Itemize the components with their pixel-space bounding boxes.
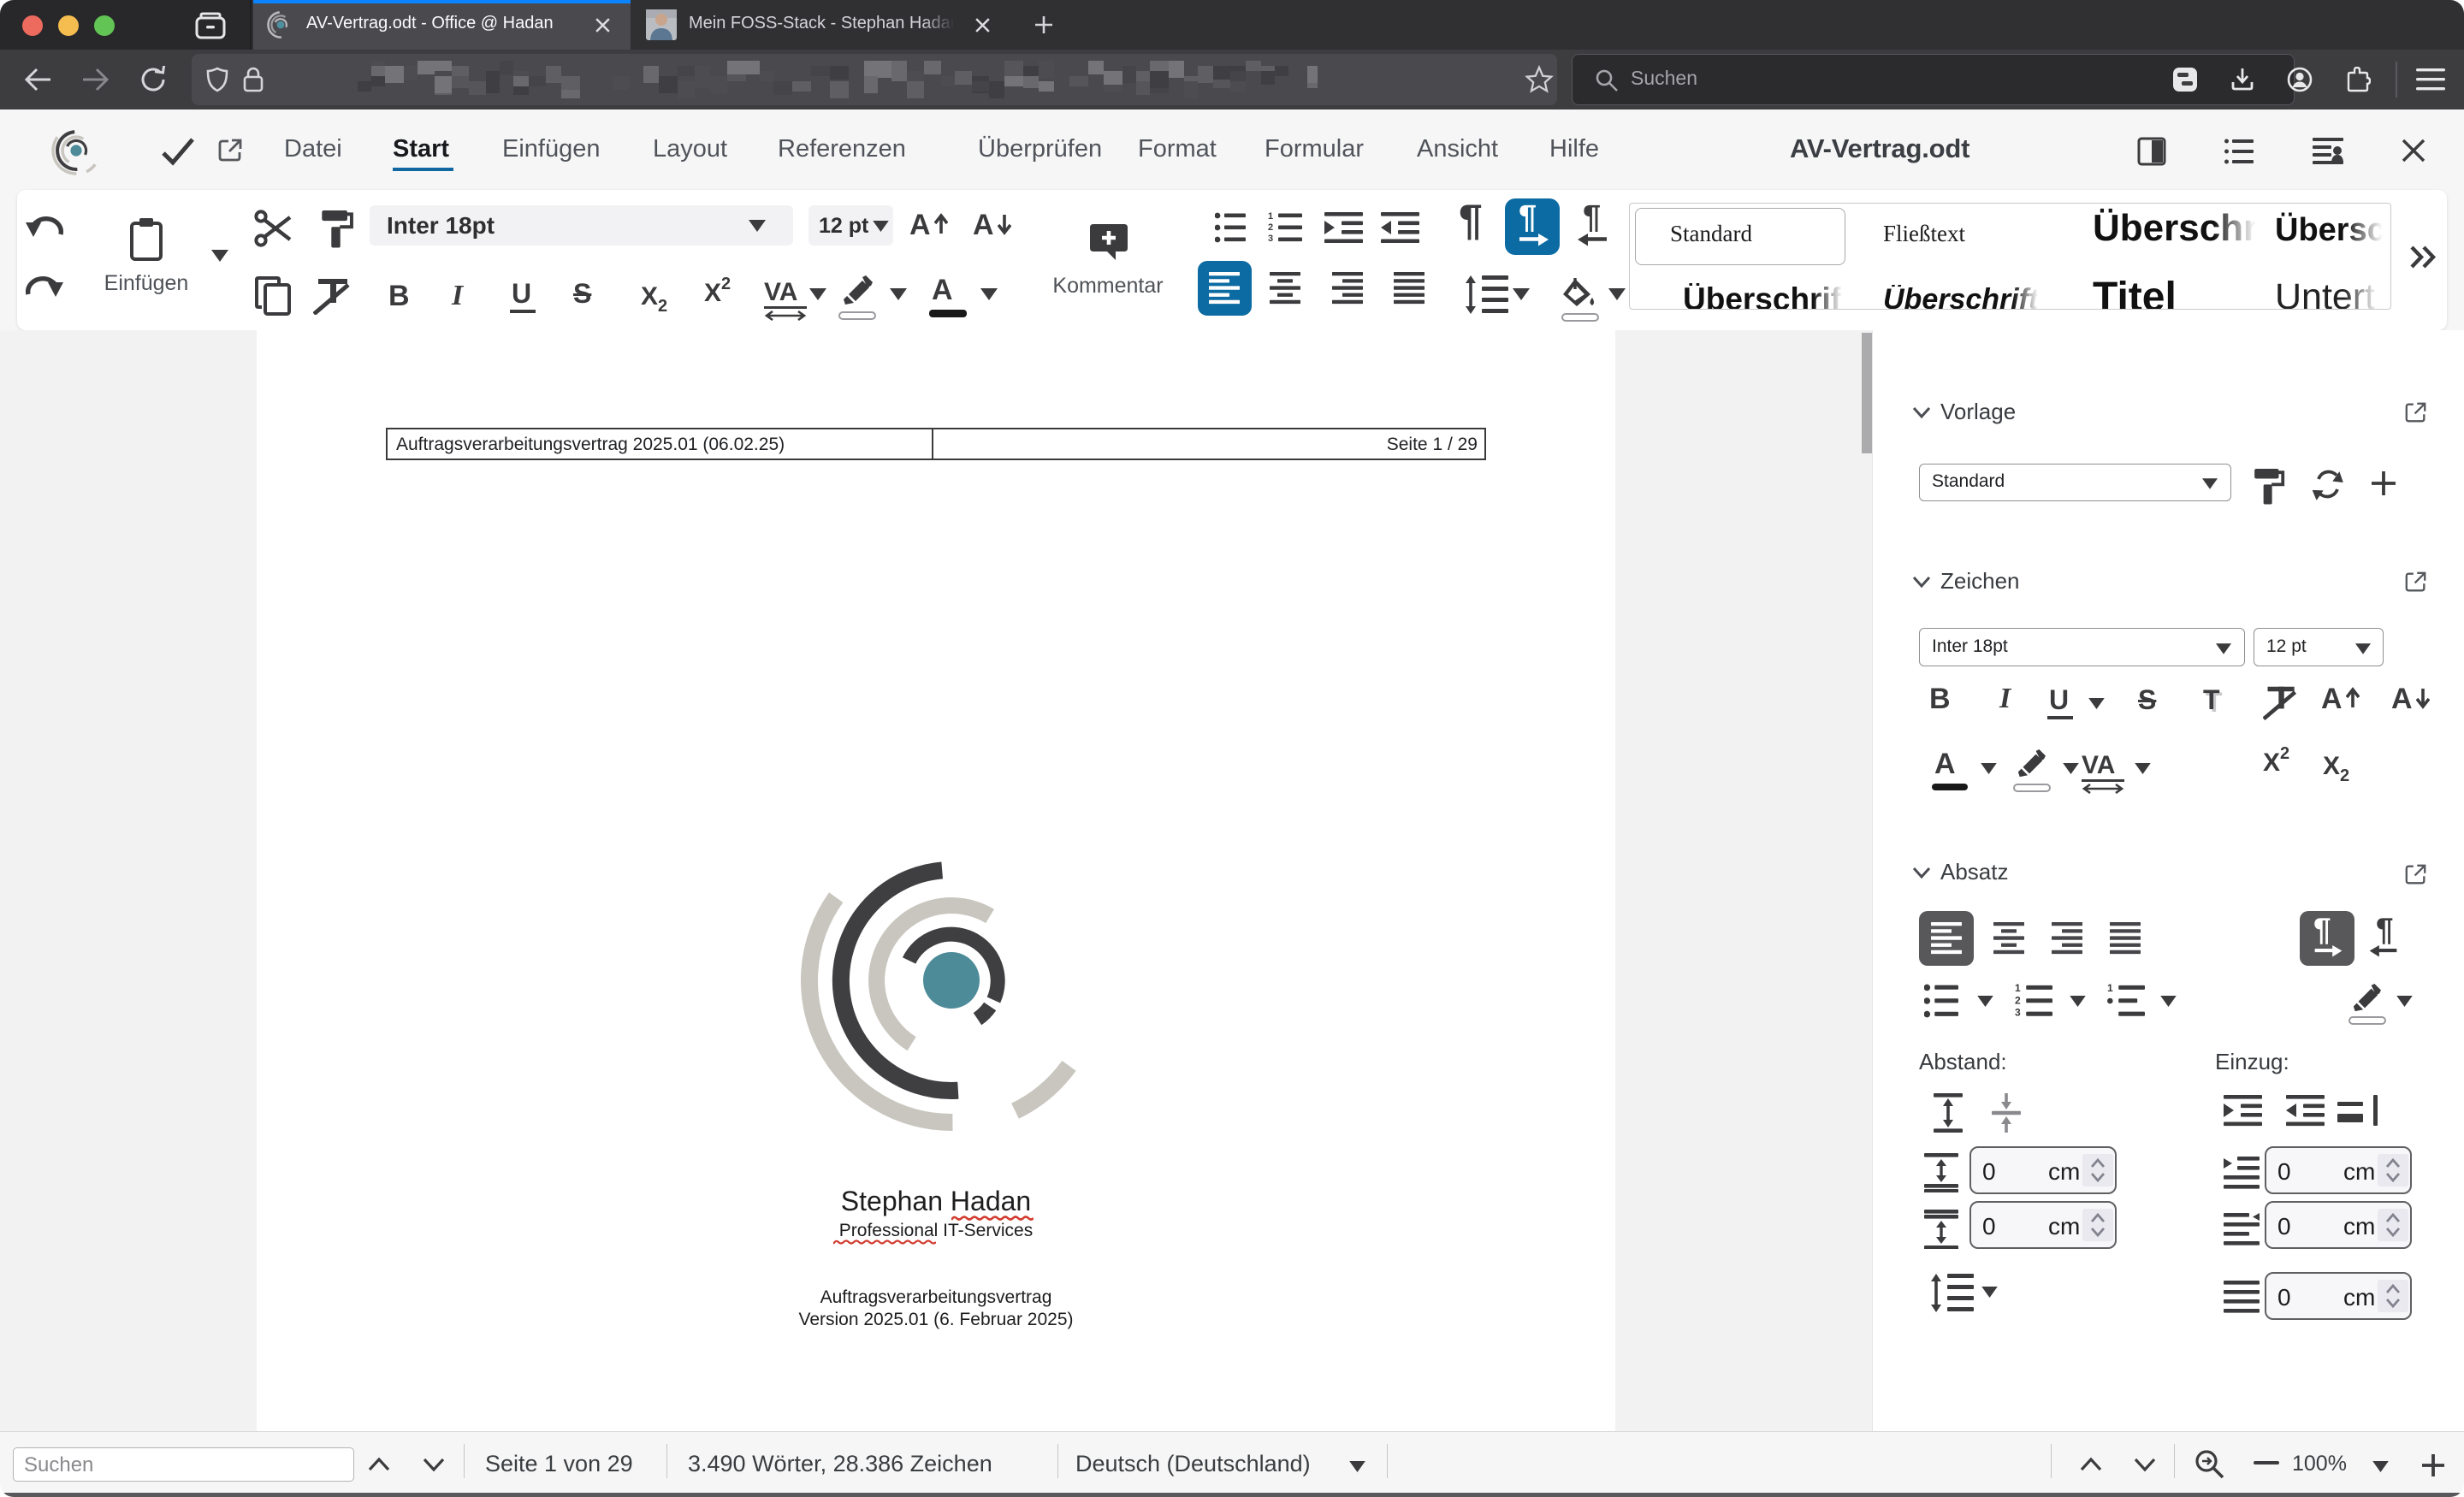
svg-text:2: 2 [2015, 994, 2021, 1006]
svg-text:3: 3 [2015, 1007, 2021, 1018]
svg-text:1: 1 [1268, 212, 1273, 222]
svg-text:2: 2 [1268, 222, 1273, 233]
svg-text:1: 1 [2107, 984, 2113, 994]
svg-text:3: 3 [1268, 234, 1273, 243]
svg-text:1: 1 [2015, 984, 2021, 994]
